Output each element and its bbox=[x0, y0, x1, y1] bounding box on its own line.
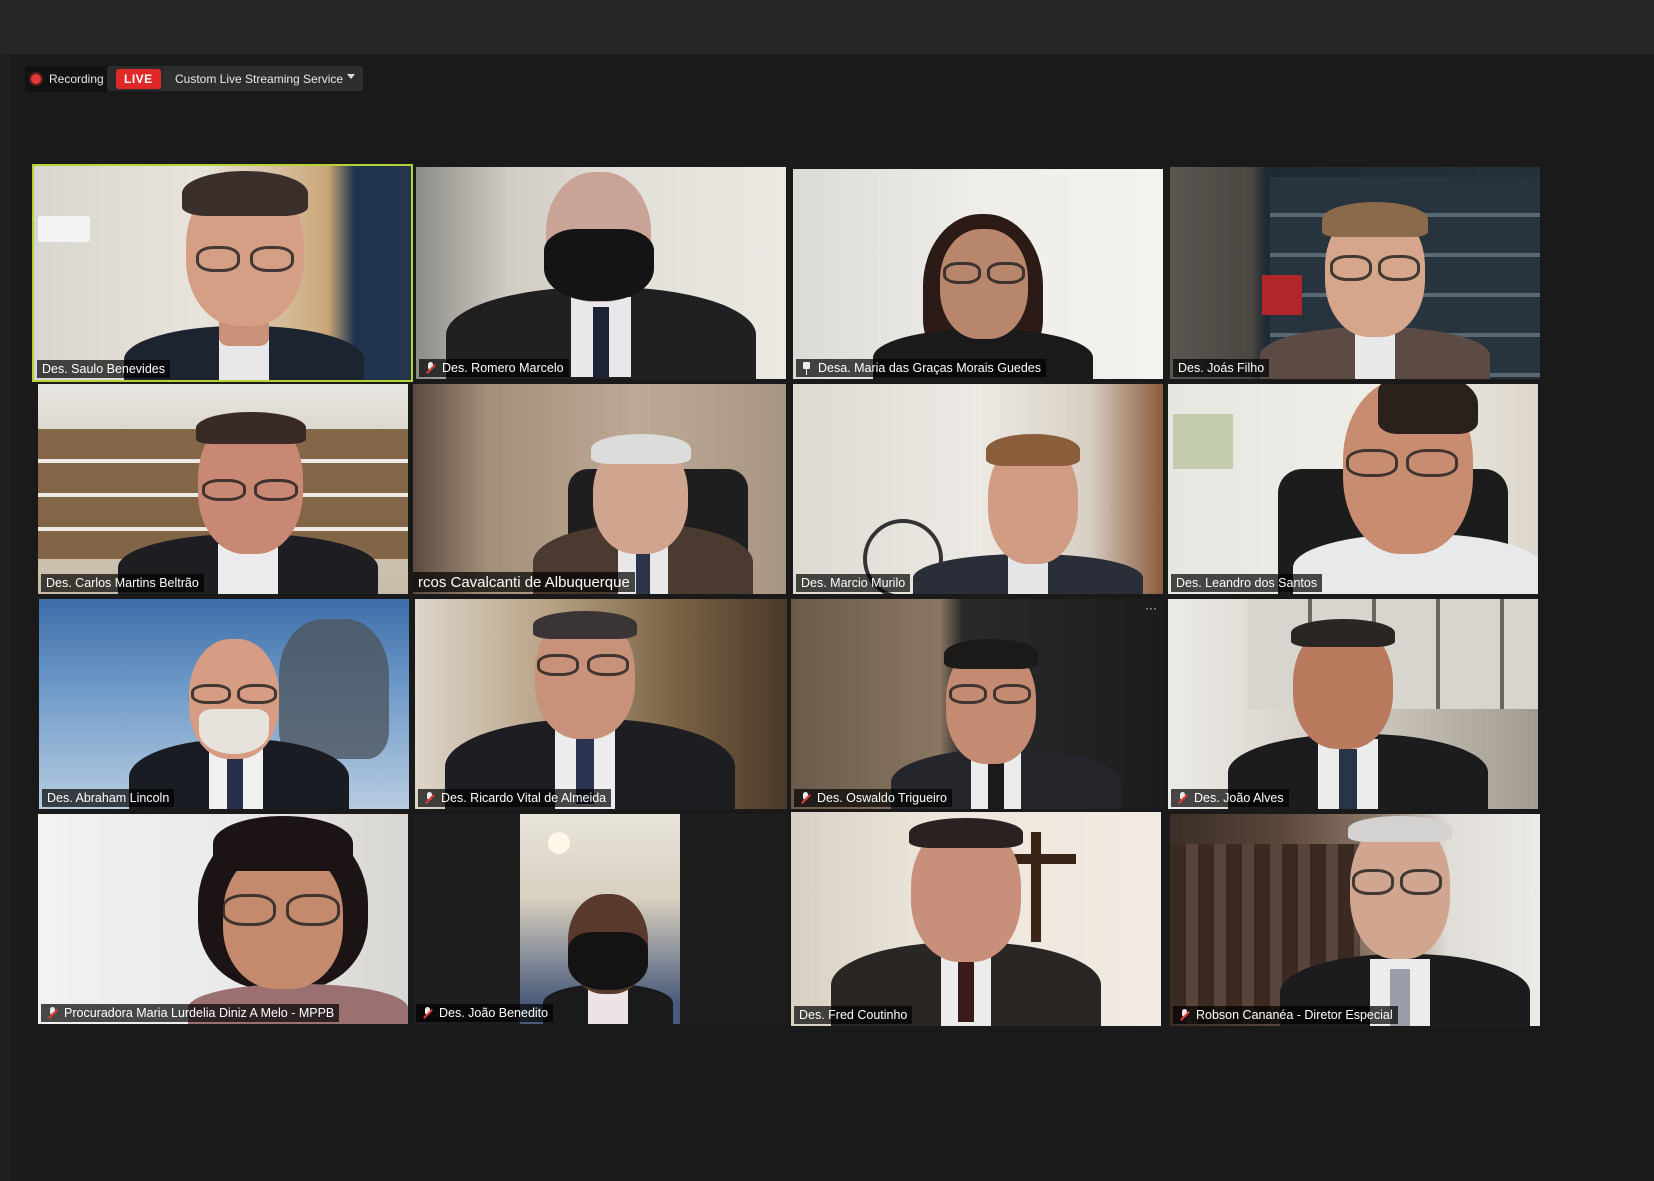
participant-name-tag: Des. Romero Marcelo bbox=[419, 359, 569, 377]
meeting-window: Recording LIVE Custom Live Streaming Ser… bbox=[11, 54, 1654, 1181]
participant-video bbox=[158, 814, 408, 1024]
video-tile[interactable]: ··· Des. Oswaldo Trigueiro bbox=[791, 599, 1163, 809]
participant-name-tag: Procuradora Maria Lurdelia Diniz A Melo … bbox=[41, 1004, 340, 1022]
stream-service-label: Custom Live Streaming Service bbox=[175, 71, 344, 86]
muted-mic-icon bbox=[799, 791, 812, 805]
video-tile[interactable]: Des. João Benedito bbox=[413, 814, 786, 1024]
muted-mic-icon bbox=[421, 1006, 434, 1020]
muted-mic-icon bbox=[46, 1006, 59, 1020]
participant-video bbox=[436, 167, 766, 379]
participant-video bbox=[435, 599, 755, 809]
participant-name-tag: Des. João Benedito bbox=[416, 1004, 554, 1022]
participant-video bbox=[1270, 814, 1540, 1026]
participant-name-tag: Des. Leandro dos Santos bbox=[1171, 574, 1323, 592]
video-tile[interactable]: Procuradora Maria Lurdelia Diniz A Melo … bbox=[38, 814, 408, 1024]
participant-name-tag: Des. João Alves bbox=[1171, 789, 1289, 807]
participant-name-tag: Des. Marcio Murilo bbox=[796, 574, 911, 592]
video-tile[interactable]: Des. Abraham Lincoln bbox=[39, 599, 409, 809]
recording-indicator[interactable]: Recording bbox=[25, 66, 110, 92]
participant-video bbox=[1230, 167, 1510, 379]
participant-name-tag: Des. Carlos Martins Beltrão bbox=[41, 574, 204, 592]
participant-name-tag: Des. Fred Coutinho bbox=[794, 1006, 913, 1024]
participant-video bbox=[118, 384, 378, 594]
live-label: LIVE bbox=[116, 68, 161, 89]
video-tile[interactable]: Des. Saulo Benevides bbox=[32, 164, 413, 382]
video-tile[interactable]: Des. Joás Filho bbox=[1170, 167, 1540, 379]
live-stream-service-dropdown[interactable]: Custom Live Streaming Service bbox=[163, 66, 363, 91]
wall-map bbox=[1173, 414, 1233, 469]
participant-video bbox=[903, 384, 1163, 594]
video-tile[interactable]: Des. Ricardo Vital de Almeida bbox=[415, 599, 787, 809]
muted-mic-icon bbox=[1178, 1008, 1191, 1022]
video-tile[interactable]: rcos Cavalcanti de Albuquerque bbox=[413, 384, 786, 594]
air-conditioner bbox=[38, 216, 90, 242]
live-badge[interactable]: LIVE bbox=[107, 66, 170, 91]
video-tile[interactable]: Des. Fred Coutinho bbox=[791, 812, 1161, 1026]
participant-name-tag: Desa. Maria das Graças Morais Guedes bbox=[796, 359, 1047, 377]
participant-video bbox=[543, 814, 673, 1024]
muted-mic-icon bbox=[424, 361, 437, 375]
participant-video bbox=[129, 599, 389, 809]
recording-dot-icon bbox=[31, 74, 41, 84]
video-tile[interactable]: Des. Leandro dos Santos bbox=[1168, 384, 1538, 594]
participant-name-tag: Des. Joás Filho bbox=[1173, 359, 1270, 377]
participant-name-tag: rcos Cavalcanti de Albuquerque bbox=[413, 572, 635, 592]
participant-video bbox=[104, 166, 384, 380]
participant-video bbox=[523, 384, 773, 594]
participant-name-tag: Des. Saulo Benevides bbox=[37, 360, 170, 378]
muted-mic-icon bbox=[423, 791, 436, 805]
caret-down-icon bbox=[347, 74, 355, 79]
pin-icon bbox=[801, 361, 812, 375]
participant-video bbox=[1278, 384, 1538, 594]
participant-video bbox=[821, 812, 1111, 1026]
top-bar bbox=[0, 0, 1654, 54]
more-options-icon[interactable]: ··· bbox=[1145, 601, 1157, 615]
participant-video bbox=[871, 599, 1131, 809]
video-tile[interactable]: Des. Carlos Martins Beltrão bbox=[38, 384, 408, 594]
participant-name-tag: Des. Abraham Lincoln bbox=[42, 789, 175, 807]
recording-label: Recording bbox=[49, 72, 104, 86]
video-tile[interactable]: Des. Marcio Murilo bbox=[793, 384, 1163, 594]
participant-video bbox=[1218, 599, 1518, 809]
participant-name-tag: Robson Cananéa - Diretor Especial bbox=[1173, 1006, 1398, 1024]
video-tile[interactable]: Desa. Maria das Graças Morais Guedes bbox=[793, 169, 1163, 379]
video-tile[interactable]: Robson Cananéa - Diretor Especial bbox=[1170, 814, 1540, 1026]
participant-video bbox=[833, 169, 1123, 379]
muted-mic-icon bbox=[1176, 791, 1189, 805]
video-tile[interactable]: Des. Romero Marcelo bbox=[416, 167, 786, 379]
participant-name-tag: Des. Oswaldo Trigueiro bbox=[794, 789, 952, 807]
participant-name-tag: Des. Ricardo Vital de Almeida bbox=[418, 789, 612, 807]
video-tile[interactable]: Des. João Alves bbox=[1168, 599, 1538, 809]
